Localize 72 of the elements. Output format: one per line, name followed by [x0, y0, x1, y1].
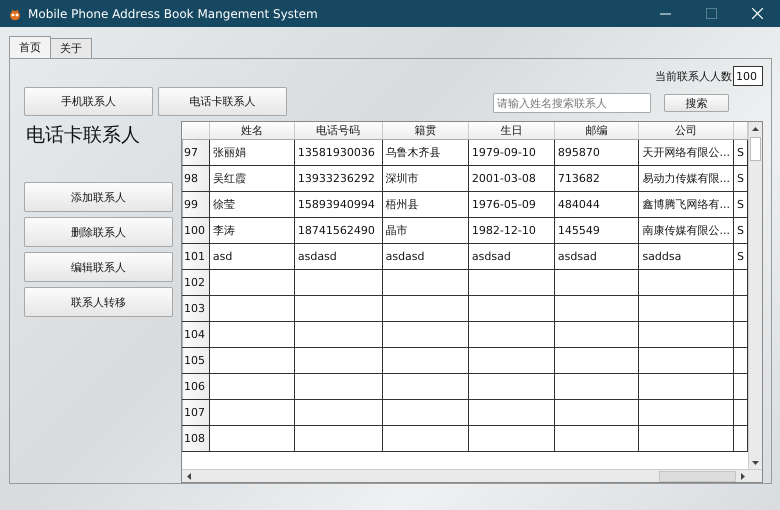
table-cell: 天开网络有限公...	[638, 140, 734, 166]
table-cell: 深圳市	[382, 166, 468, 192]
window-title: Mobile Phone Address Book Mangement System	[28, 6, 319, 20]
scroll-left-icon	[186, 472, 190, 480]
column-header[interactable]: 电话号码	[294, 122, 382, 140]
table-cell: asdsad	[554, 244, 639, 270]
section-title: 电话卡联系人	[26, 123, 141, 148]
table-cell: 2001-03-08	[468, 166, 554, 192]
row-header[interactable]: 98	[182, 166, 210, 192]
scroll-down-icon	[752, 460, 759, 464]
horizontal-scrollbar[interactable]	[182, 469, 762, 482]
table-cell: asdasd	[382, 244, 468, 270]
search-field[interactable]: 请输入姓名搜索联系人	[493, 93, 651, 113]
table-cell: 徐莹	[209, 192, 294, 218]
table-cell: asdasd	[294, 244, 382, 270]
row-header[interactable]: 100	[182, 218, 210, 244]
count-label: 当前联系人人数	[655, 68, 732, 84]
row-header[interactable]: 108	[182, 426, 210, 452]
table-cell: 1979-09-10	[468, 140, 554, 166]
action-button[interactable]: 联系人转移	[24, 287, 173, 317]
maximize-icon	[706, 8, 716, 19]
table-cell: 鑫博腾飞网络有...	[638, 192, 734, 218]
category-button[interactable]: 电话卡联系人	[158, 87, 287, 116]
scroll-right-icon	[740, 472, 744, 480]
row-header[interactable]: 103	[182, 296, 210, 322]
table-cell: 484044	[554, 192, 639, 218]
table-cell: 南康传媒有限公...	[638, 218, 734, 244]
search-button[interactable]: 搜索	[664, 94, 729, 112]
table-cell: asd	[209, 244, 294, 270]
scroll-thumb[interactable]	[750, 137, 761, 161]
table-cell: 易动力传媒有限...	[638, 166, 734, 192]
row-header[interactable]: 107	[182, 400, 210, 426]
table-cell: 张丽娟	[209, 140, 294, 166]
tab[interactable]: 关于	[50, 38, 92, 58]
row-header[interactable]: 97	[182, 140, 210, 166]
row-header[interactable]: 106	[182, 374, 210, 400]
column-header[interactable]: 邮编	[554, 122, 639, 140]
table-cell: 晶市	[382, 218, 468, 244]
action-button[interactable]: 编辑联系人	[24, 252, 173, 282]
category-button[interactable]: 手机联系人	[24, 87, 153, 116]
action-button[interactable]: 删除联系人	[24, 217, 173, 247]
tab[interactable]: 首页	[9, 36, 51, 58]
table-cell: 145549	[554, 218, 639, 244]
row-header[interactable]: 102	[182, 270, 210, 296]
table-cell: 13933236292	[294, 166, 382, 192]
table-cell: 梧州县	[382, 192, 468, 218]
table-cell: 乌鲁木齐县	[382, 140, 468, 166]
column-header[interactable]: 籍贯	[382, 122, 468, 140]
table-cell: asdsad	[468, 244, 554, 270]
table-cell: 713682	[554, 166, 639, 192]
table-cell: 李涛	[209, 218, 294, 244]
column-header[interactable]: 姓名	[209, 122, 294, 140]
count-field: 100	[733, 66, 763, 86]
column-header[interactable]: 生日	[468, 122, 554, 140]
table-cell: 895870	[554, 140, 639, 166]
row-header[interactable]: 99	[182, 192, 210, 218]
scroll-thumb[interactable]	[659, 471, 736, 482]
column-header[interactable]: 公司	[638, 122, 734, 140]
table-cell: 1982-12-10	[468, 218, 554, 244]
row-header[interactable]: 101	[182, 244, 210, 270]
table-cell: 1976-05-09	[468, 192, 554, 218]
row-header[interactable]: 104	[182, 322, 210, 348]
scroll-up-icon	[752, 126, 759, 130]
table-cell: 13581930036	[294, 140, 382, 166]
vertical-scrollbar[interactable]	[748, 122, 762, 469]
action-button[interactable]: 添加联系人	[24, 182, 173, 212]
table-cell: saddsa	[638, 244, 734, 270]
table-cell: 吴红霞	[209, 166, 294, 192]
table-cell: 18741562490	[294, 218, 382, 244]
close-icon	[752, 8, 762, 19]
table-cell: 15893940994	[294, 192, 382, 218]
row-header[interactable]: 105	[182, 348, 210, 374]
